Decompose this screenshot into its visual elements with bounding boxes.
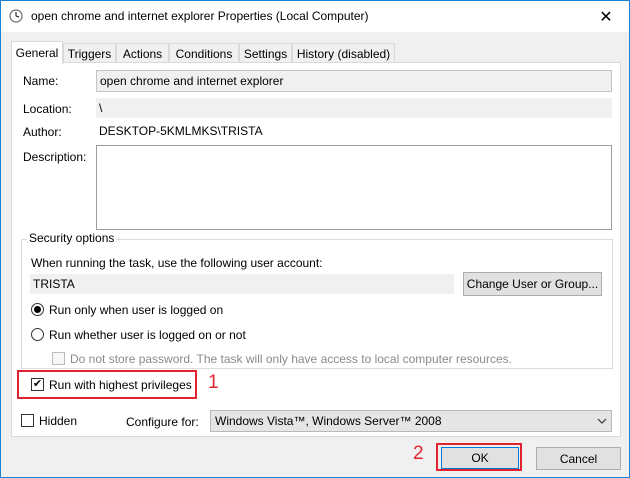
author-field: DESKTOP-5KMLMKS\TRISTA xyxy=(99,124,263,138)
close-button[interactable]: ✕ xyxy=(583,1,629,32)
configure-for-dropdown[interactable]: Windows Vista™, Windows Server™ 2008 xyxy=(210,410,612,432)
configure-for-label: Configure for: xyxy=(126,415,199,429)
name-label: Name: xyxy=(23,74,59,88)
tab-label: General xyxy=(15,46,59,60)
description-textarea[interactable] xyxy=(96,145,612,230)
title-bar: open chrome and internet explorer Proper… xyxy=(1,1,629,32)
account-prompt: When running the task, use the following… xyxy=(31,256,323,270)
tab-history[interactable]: History (disabled) xyxy=(292,43,395,63)
tab-label: Conditions xyxy=(175,46,233,61)
change-user-button[interactable]: Change User or Group... xyxy=(463,272,602,296)
radio-logged-on-or-not-label[interactable]: Run whether user is logged on or not xyxy=(49,328,246,342)
radio-logged-on-or-not[interactable] xyxy=(31,328,44,341)
dont-store-password-checkbox[interactable] xyxy=(52,352,65,365)
tab-settings[interactable]: Settings xyxy=(239,43,292,63)
location-label: Location: xyxy=(23,102,72,116)
cancel-button[interactable]: Cancel xyxy=(536,447,621,470)
configure-for-value: Windows Vista™, Windows Server™ 2008 xyxy=(215,414,442,428)
task-scheduler-clock-icon xyxy=(9,9,23,23)
user-account-field: TRISTA xyxy=(30,274,454,294)
properties-dialog: open chrome and internet explorer Proper… xyxy=(0,0,630,478)
hidden-label[interactable]: Hidden xyxy=(39,414,77,428)
security-options-title: Security options xyxy=(27,231,117,245)
hidden-checkbox[interactable] xyxy=(21,414,34,427)
tab-general[interactable]: General xyxy=(11,41,63,64)
tab-label: History (disabled) xyxy=(296,46,391,61)
author-label: Author: xyxy=(23,125,62,139)
radio-logged-on[interactable] xyxy=(31,303,44,316)
radio-logged-on-label[interactable]: Run only when user is logged on xyxy=(49,303,223,317)
annotation-marker-2: 2 xyxy=(413,443,424,464)
tab-label: Settings xyxy=(243,46,288,61)
location-field: \ xyxy=(96,98,612,118)
highlight-box-2 xyxy=(436,443,522,471)
highlight-box-1 xyxy=(17,370,197,399)
close-icon: ✕ xyxy=(599,8,613,26)
chevron-down-icon xyxy=(597,418,607,424)
tab-label: Actions xyxy=(122,46,163,61)
general-tab-panel: Name: open chrome and internet explorer … xyxy=(11,62,621,437)
tab-triggers[interactable]: Triggers xyxy=(63,43,116,63)
tab-actions[interactable]: Actions xyxy=(116,43,169,63)
name-field[interactable]: open chrome and internet explorer xyxy=(96,70,612,92)
window-title: open chrome and internet explorer Proper… xyxy=(31,9,369,23)
dont-store-password-label: Do not store password. The task will onl… xyxy=(70,352,512,366)
annotation-marker-1: 1 xyxy=(208,372,219,393)
description-label: Description: xyxy=(23,150,87,164)
tab-conditions[interactable]: Conditions xyxy=(169,43,239,63)
tab-label: Triggers xyxy=(67,46,112,61)
